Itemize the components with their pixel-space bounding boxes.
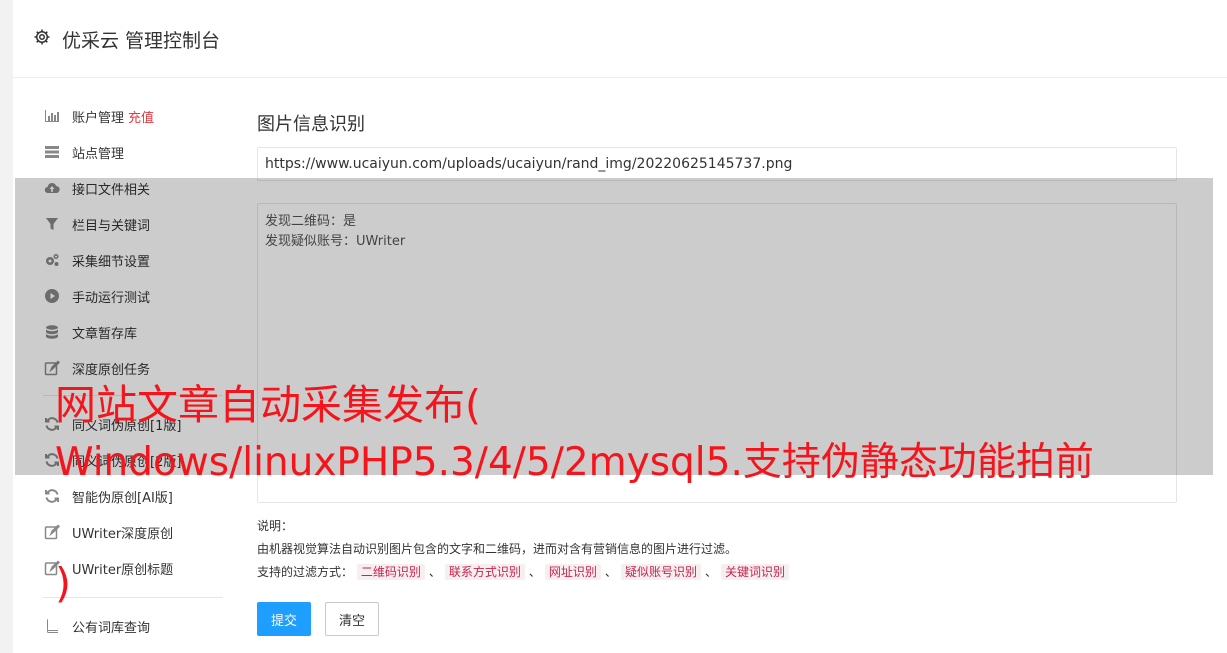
server-icon [43, 143, 61, 161]
edit-icon [43, 523, 61, 541]
separator: 、 [528, 565, 541, 579]
clear-button[interactable]: 清空 [325, 602, 379, 636]
refresh-icon [43, 487, 61, 505]
sidebar-item-label: 账户管理 [72, 110, 125, 126]
sidebar-item-label: UWriter深度原创 [72, 526, 174, 542]
section-title: 图片信息识别 [257, 114, 365, 135]
separator: 、 [704, 565, 717, 579]
sidebar-item-smart-ai[interactable]: 智能伪原创[AI版] [43, 481, 223, 511]
help-description: 由机器视觉算法自动识别图片包含的文字和二维码，进而对含有营销信息的图片进行过滤。 [257, 542, 738, 556]
page-title: 优采云 管理控制台 [62, 30, 221, 52]
filter-tag-keyword: 关键词识别 [720, 564, 789, 580]
sidebar-item-uwriter-deep[interactable]: UWriter深度原创 [43, 517, 223, 547]
sidebar-item-sites[interactable]: 站点管理 [43, 137, 223, 167]
sidebar-item-label: 智能伪原创[AI版] [72, 490, 173, 506]
separator: 、 [428, 565, 441, 579]
page-header: 优采云 管理控制台 [13, 0, 1227, 78]
sidebar-item-label: UWriter原创标题 [72, 562, 174, 578]
recharge-link[interactable]: 充值 [128, 107, 154, 126]
overlay-banner-line1: 网站文章自动采集发布( [55, 381, 481, 429]
filter-tag-contact: 联系方式识别 [444, 564, 525, 580]
overlay-banner-line2: Windows/linuxPHP5.3/4/5/2mysql5.支持伪静态功能拍… [55, 440, 1094, 485]
separator: 、 [604, 565, 617, 579]
filter-tag-account: 疑似账号识别 [620, 564, 701, 580]
book-icon [43, 617, 61, 635]
help-label: 说明： [257, 519, 294, 533]
submit-button[interactable]: 提交 [257, 602, 311, 636]
sidebar-item-public-lexicon[interactable]: 公有词库查询 [43, 611, 223, 641]
gray-overlay [15, 178, 1213, 475]
overlay-banner-line3: ) [55, 559, 71, 607]
gear-icon [34, 29, 50, 45]
image-url-input[interactable] [257, 147, 1177, 181]
bar-chart-icon [43, 107, 61, 125]
sidebar-item-account[interactable]: 账户管理 充值 [43, 101, 223, 131]
sidebar-item-label: 公有词库查询 [72, 620, 151, 636]
sidebar-item-label: 站点管理 [72, 146, 125, 162]
filter-prefix: 支持的过滤方式： [257, 565, 354, 579]
filter-methods: 支持的过滤方式： 二维码识别、联系方式识别、网址识别、疑似账号识别、关键词识别 [257, 561, 1177, 584]
filter-tag-url: 网址识别 [544, 564, 601, 580]
filter-tag-qrcode: 二维码识别 [356, 564, 425, 580]
help-section: 说明： 由机器视觉算法自动识别图片包含的文字和二维码，进而对含有营销信息的图片进… [257, 515, 1177, 584]
